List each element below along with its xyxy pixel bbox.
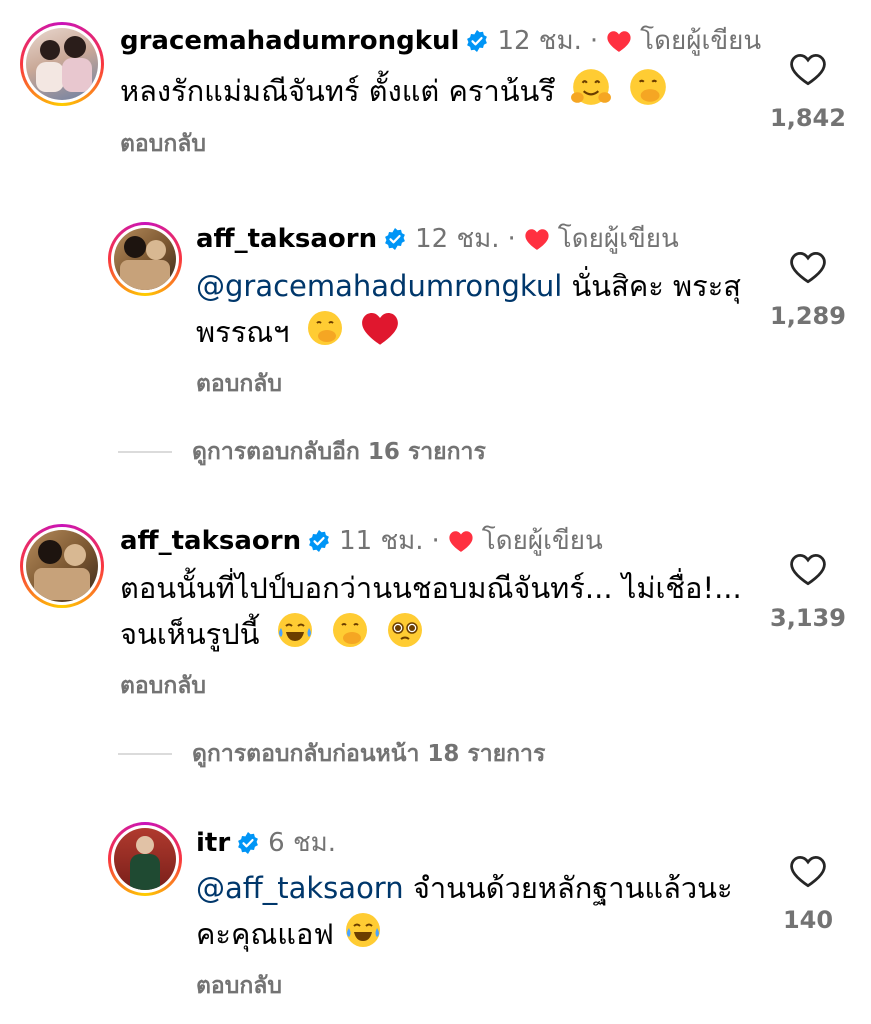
- like-count: 1,289: [770, 302, 846, 330]
- mention-link[interactable]: @gracemahadumrongkul: [196, 269, 562, 303]
- reply-button[interactable]: ตอบกลับ: [120, 126, 206, 162]
- separator-dot: ·: [431, 526, 440, 556]
- verified-badge-icon: [383, 227, 407, 251]
- author-label: โดยผู้เขียน: [557, 224, 679, 254]
- verified-badge-icon: [307, 529, 331, 553]
- heart-outline-icon[interactable]: [789, 52, 827, 90]
- comment-text-line1: ตอนนั้นที่ไปป์บอกว่านนชอบมณีจันทร์... ไม…: [120, 571, 742, 605]
- timestamp: 6 ชม.: [268, 828, 337, 858]
- view-more-replies-label: ดูการตอบกลับอีก 16 รายการ: [192, 439, 486, 465]
- reply-button[interactable]: ตอบกลับ: [120, 668, 206, 704]
- heart-filled-icon: [606, 29, 632, 53]
- comment-text-content: หลงรักแม่มณีจันทร์ ตั้งแต่ คราน้นรึ: [120, 74, 555, 108]
- hugging-face-emoji-icon: [570, 66, 612, 120]
- reply-button[interactable]: ตอบกลับ: [196, 968, 282, 1004]
- author-label: โดยผู้เขียน: [640, 26, 762, 56]
- separator-dot: ·: [507, 224, 516, 254]
- username[interactable]: itr: [196, 826, 230, 860]
- verified-badge-icon: [465, 29, 489, 53]
- tears-of-joy-emoji-icon: [275, 610, 315, 662]
- author-label: โดยผู้เขียน: [481, 526, 603, 556]
- comment-text: ตอนนั้นที่ไปป์บอกว่านนชอบมณีจันทร์... ไม…: [120, 566, 760, 662]
- comment-text-line2: จนเห็นรูปนี้: [120, 617, 260, 651]
- comment-text-line1: นั่นสิคะ พระสุ: [571, 269, 741, 303]
- like-control: 3,139: [753, 552, 863, 632]
- thread-divider: [118, 451, 172, 453]
- hand-over-mouth-emoji-icon: [330, 610, 370, 662]
- mention-link[interactable]: @aff_taksaorn: [196, 871, 404, 905]
- avatar[interactable]: [20, 22, 104, 106]
- heart-filled-icon: [448, 529, 474, 553]
- comment-text: @gracemahadumrongkul นั่นสิคะ พระสุ พรรณ…: [196, 264, 756, 360]
- comment-text-line2: คะคุณแอฟ: [196, 917, 334, 951]
- username[interactable]: gracemahadumrongkul: [120, 24, 459, 58]
- comment-text: @aff_taksaorn จำนนด้วยหลักฐานแล้วนะ คะคุ…: [196, 866, 756, 962]
- avatar[interactable]: [108, 222, 182, 296]
- avatar[interactable]: [108, 822, 182, 896]
- hand-over-mouth-emoji-icon: [627, 66, 669, 120]
- hand-over-mouth-emoji-icon: [305, 308, 345, 360]
- comment-text: หลงรักแม่มณีจันทร์ ตั้งแต่ คราน้นรึ: [120, 66, 669, 120]
- avatar[interactable]: [20, 524, 104, 608]
- heart-outline-icon[interactable]: [789, 250, 827, 288]
- red-heart-emoji-icon: [360, 309, 400, 359]
- verified-badge-icon: [236, 831, 260, 855]
- timestamp: 11 ชม.: [339, 526, 424, 556]
- timestamp: 12 ชม.: [497, 26, 582, 56]
- pleading-face-emoji-icon: [385, 610, 425, 662]
- timestamp: 12 ชม.: [415, 224, 500, 254]
- username[interactable]: aff_taksaorn: [196, 222, 377, 256]
- heart-filled-icon: [524, 227, 550, 251]
- like-count: 140: [782, 906, 834, 934]
- username[interactable]: aff_taksaorn: [120, 524, 301, 558]
- separator-dot: ·: [589, 26, 599, 56]
- heart-outline-icon[interactable]: [789, 552, 827, 590]
- tears-of-joy-emoji-icon: [343, 910, 383, 962]
- like-count: 3,139: [770, 604, 846, 632]
- like-control: 140: [753, 854, 863, 934]
- reply-button[interactable]: ตอบกลับ: [196, 366, 282, 402]
- like-control: 1,842: [753, 52, 863, 132]
- like-control: 1,289: [753, 250, 863, 330]
- view-previous-replies-label: ดูการตอบกลับก่อนหน้า 18 รายการ: [192, 741, 546, 767]
- view-more-replies-button[interactable]: ดูการตอบกลับอีก 16 รายการ: [118, 434, 486, 470]
- like-count: 1,842: [770, 104, 846, 132]
- heart-outline-icon[interactable]: [789, 854, 827, 892]
- view-previous-replies-button[interactable]: ดูการตอบกลับก่อนหน้า 18 รายการ: [118, 736, 545, 772]
- comment-text-line1: จำนนด้วยหลักฐานแล้วนะ: [412, 871, 733, 905]
- comment-text-line2: พรรณฯ: [196, 315, 290, 349]
- thread-divider: [118, 753, 172, 755]
